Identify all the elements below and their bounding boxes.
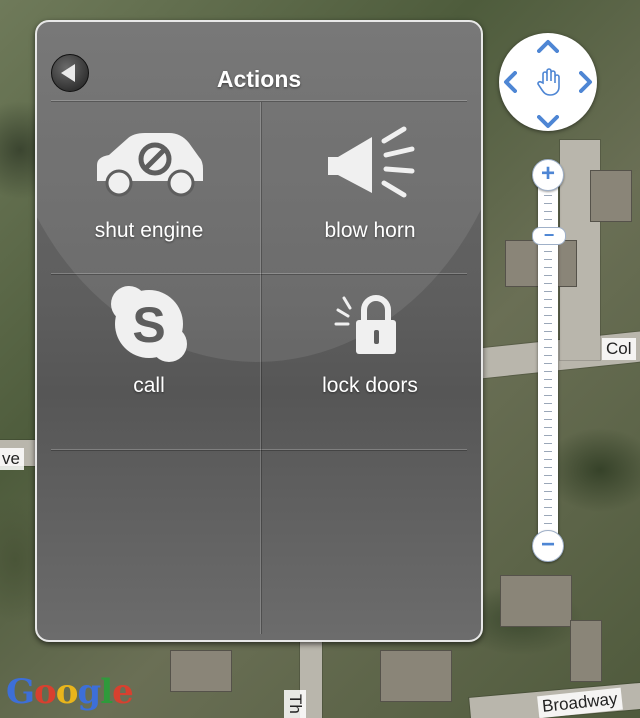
action-shut-engine[interactable]: shut engine — [44, 107, 254, 267]
action-empty-slot — [265, 454, 475, 614]
google-logo[interactable]: Google — [6, 672, 134, 712]
action-label: blow horn — [324, 219, 416, 242]
house — [500, 575, 572, 627]
house — [380, 650, 452, 702]
road-label: Th — [284, 690, 306, 718]
logo-letter: g — [77, 672, 101, 712]
skype-icon: S — [111, 286, 187, 362]
action-empty-slot — [44, 454, 254, 614]
divider — [260, 102, 261, 634]
pan-down-button[interactable] — [537, 113, 559, 133]
divider — [51, 100, 467, 101]
action-label: call — [133, 374, 165, 397]
pan-control[interactable] — [499, 33, 597, 131]
actions-panel: Actions shut engine blow horn S call loc… — [35, 20, 483, 642]
panel-title: Actions — [216, 66, 302, 92]
house — [170, 650, 232, 692]
zoom-out-button[interactable]: − — [532, 530, 564, 562]
car-disabled-icon — [97, 133, 203, 197]
road-label: ve — [0, 448, 24, 470]
hand-icon[interactable] — [535, 67, 563, 102]
action-lock-doors[interactable]: lock doors — [265, 280, 475, 440]
horn-icon — [328, 126, 415, 198]
logo-letter: G — [6, 672, 35, 712]
action-call[interactable]: S call — [44, 280, 254, 440]
logo-letter: l — [100, 672, 113, 712]
house — [590, 170, 632, 222]
svg-text:S: S — [132, 297, 165, 353]
pan-right-button[interactable] — [579, 71, 593, 97]
action-blow-horn[interactable]: blow horn — [265, 107, 475, 267]
action-label: shut engine — [94, 219, 204, 242]
zoom-in-button[interactable]: + — [532, 159, 564, 191]
action-label: lock doors — [322, 374, 418, 397]
divider — [51, 449, 467, 450]
logo-letter: o — [55, 672, 79, 712]
house — [570, 620, 602, 682]
road-label: Col — [602, 338, 636, 360]
logo-letter: o — [34, 672, 57, 712]
zoom-slider-thumb[interactable]: − — [532, 226, 566, 245]
divider — [51, 273, 467, 274]
padlock-icon — [334, 295, 396, 354]
logo-letter: e — [112, 672, 134, 712]
pan-left-button[interactable] — [503, 71, 517, 97]
pan-up-button[interactable] — [537, 37, 559, 57]
